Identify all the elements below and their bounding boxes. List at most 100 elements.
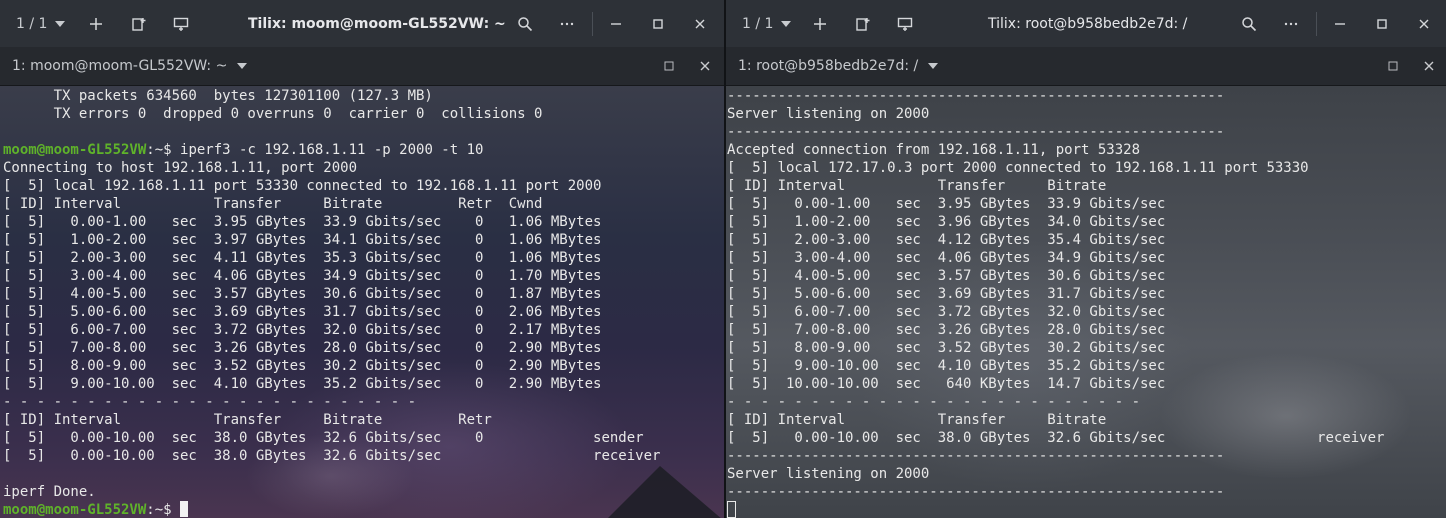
terminal-line: [ 5] 10.00-10.00 sec 640 KBytes 14.7 Gbi… (727, 376, 1166, 392)
new-session-button[interactable] (808, 0, 832, 47)
minimize-icon (611, 22, 621, 25)
right-minimize-button[interactable] (1328, 0, 1352, 47)
terminal-line: [ 5] 7.00-8.00 sec 3.26 GBytes 28.0 Gbit… (727, 322, 1166, 338)
titlebar-divider (1316, 12, 1317, 36)
right-terminal-window: 1 / 1 Tilix: root@b958bedb2e7d: / 1: roo… (726, 0, 1446, 518)
left-terminal-tab: 1: moom@moom-GL552VW: ~ (0, 47, 724, 86)
terminal-line: [ 5] 3.00-4.00 sec 4.06 GBytes 34.9 Gbit… (727, 250, 1166, 266)
terminal-line: Connecting to host 192.168.1.11, port 20… (3, 160, 358, 176)
left-terminal-maximize-button[interactable] (658, 47, 680, 85)
right-terminal-output[interactable]: ----------------------------------------… (726, 86, 1446, 518)
prompt-user-host: moom@moom-GL552VW (3, 502, 147, 518)
right-terminal-tab: 1: root@b958bedb2e7d: / (726, 47, 1446, 86)
left-search-button[interactable] (513, 0, 537, 47)
chevron-down-icon (781, 20, 792, 27)
terminal-line: ----------------------------------------… (727, 88, 1225, 104)
chevron-down-icon (55, 20, 66, 27)
add-terminal-down-icon (173, 17, 189, 31)
add-terminal-down-icon (897, 17, 913, 31)
terminal-line: [ 5] 0.00-1.00 sec 3.95 GBytes 33.9 Gbit… (727, 196, 1166, 212)
terminal-line: - - - - - - - - - - - - - - - - - - - - … (3, 394, 417, 410)
right-session-switcher[interactable]: 1 / 1 (742, 0, 792, 47)
add-terminal-right-icon (132, 17, 146, 31)
right-titlebar: 1 / 1 Tilix: root@b958bedb2e7d: / (726, 0, 1446, 47)
terminal-line: [ 5] 0.00-10.00 sec 38.0 GBytes 32.6 Gbi… (3, 430, 644, 446)
add-terminal-down-button[interactable] (169, 0, 193, 47)
chevron-down-icon (928, 63, 939, 69)
left-window-title: Tilix: moom@moom-GL552VW: ~ (248, 15, 506, 32)
terminal-line: [ 5] 4.00-5.00 sec 3.57 GBytes 30.6 Gbit… (3, 286, 602, 302)
terminal-line: ----------------------------------------… (727, 124, 1225, 140)
text-cursor (727, 501, 736, 518)
right-close-button[interactable] (1412, 0, 1436, 47)
add-terminal-down-button[interactable] (893, 0, 917, 47)
text-cursor (179, 501, 188, 517)
maximize-icon (1377, 18, 1387, 29)
more-icon (560, 22, 574, 25)
terminal-line: [ ID] Interval Transfer Bitrate Retr Cwn… (3, 196, 543, 212)
terminal-line: [ 5] local 192.168.1.11 port 53330 conne… (3, 178, 602, 194)
terminal-line: [ 5] 7.00-8.00 sec 3.26 GBytes 28.0 Gbit… (3, 340, 602, 356)
terminal-line: [ 5] 2.00-3.00 sec 4.12 GBytes 35.4 Gbit… (727, 232, 1166, 248)
terminal-line: [ 5] 1.00-2.00 sec 3.96 GBytes 34.0 Gbit… (727, 214, 1166, 230)
left-titlebar: 1 / 1 Tilix: moom@moom-GL552VW: ~ (0, 0, 724, 47)
command-line: moom@moom-GL552VW:~$ iperf3 -c 192.168.1… (3, 141, 660, 159)
terminal-line: [ 5] 6.00-7.00 sec 3.72 GBytes 32.0 Gbit… (3, 322, 602, 338)
terminal-line: [ 5] 9.00-10.00 sec 4.10 GBytes 35.2 Gbi… (3, 376, 602, 392)
plus-icon (90, 17, 102, 30)
terminal-line: TX packets 634560 bytes 127301100 (127.3… (3, 88, 433, 104)
cursor-line (727, 501, 1384, 518)
prompt-user-host: moom@moom-GL552VW (3, 142, 147, 158)
terminal-line: [ 5] 1.00-2.00 sec 3.97 GBytes 34.1 Gbit… (3, 232, 602, 248)
left-session-switcher[interactable]: 1 / 1 (16, 0, 66, 47)
maximize-icon (653, 18, 663, 29)
terminal-line: [ 5] 0.00-1.00 sec 3.95 GBytes 33.9 Gbit… (3, 214, 602, 230)
right-terminal-title-button[interactable]: 1: root@b958bedb2e7d: / (738, 47, 939, 85)
close-icon (700, 61, 710, 71)
terminal-line: [ 5] 5.00-6.00 sec 3.69 GBytes 31.7 Gbit… (3, 304, 602, 320)
terminal-line: TX errors 0 dropped 0 overruns 0 carrier… (3, 106, 543, 122)
add-terminal-right-button[interactable] (851, 0, 875, 47)
left-maximize-button[interactable] (646, 0, 670, 47)
command-text: :~$ iperf3 -c 192.168.1.11 -p 2000 -t 10 (146, 142, 484, 158)
terminal-line: [ 5] 8.00-9.00 sec 3.52 GBytes 30.2 Gbit… (3, 358, 602, 374)
right-menu-button[interactable] (1279, 0, 1303, 47)
left-terminal-output[interactable]: TX packets 634560 bytes 127301100 (127.3… (0, 86, 724, 518)
close-icon (695, 19, 705, 28)
terminal-line: [ 5] 6.00-7.00 sec 3.72 GBytes 32.0 Gbit… (727, 304, 1166, 320)
left-session-count: 1 / 1 (16, 15, 48, 32)
add-terminal-right-button[interactable] (127, 0, 151, 47)
right-maximize-button[interactable] (1370, 0, 1394, 47)
terminal-line: Server listening on 2000 (727, 466, 930, 482)
right-search-button[interactable] (1237, 0, 1261, 47)
left-terminal-window: 1 / 1 Tilix: moom@moom-GL552VW: ~ 1: moo… (0, 0, 724, 518)
left-minimize-button[interactable] (604, 0, 628, 47)
new-session-button[interactable] (84, 0, 108, 47)
terminal-line: [ 5] 9.00-10.00 sec 4.10 GBytes 35.2 Gbi… (727, 358, 1166, 374)
add-terminal-right-icon (856, 17, 870, 31)
prompt-suffix: :~$ (146, 502, 172, 518)
left-terminal-title-button[interactable]: 1: moom@moom-GL552VW: ~ (12, 47, 248, 85)
left-terminal-title: 1: moom@moom-GL552VW: ~ (12, 58, 228, 74)
more-icon (1284, 22, 1298, 25)
terminal-line: Accepted connection from 192.168.1.11, p… (727, 142, 1141, 158)
minimize-icon (1335, 22, 1345, 25)
left-terminal-close-button[interactable] (694, 47, 716, 85)
left-menu-button[interactable] (555, 0, 579, 47)
terminal-line: Server listening on 2000 (727, 106, 930, 122)
terminal-line: iperf Done. (3, 484, 96, 500)
left-close-button[interactable] (688, 0, 712, 47)
right-terminal-close-button[interactable] (1418, 47, 1440, 85)
terminal-line: ----------------------------------------… (727, 484, 1225, 500)
right-window-title: Tilix: root@b958bedb2e7d: / (988, 15, 1188, 32)
right-terminal-maximize-button[interactable] (1382, 47, 1404, 85)
maximize-icon (664, 61, 674, 71)
right-session-count: 1 / 1 (742, 15, 774, 32)
terminal-line: ----------------------------------------… (727, 448, 1225, 464)
terminal-line: [ ID] Interval Transfer Bitrate (727, 178, 1107, 194)
terminal-line: [ 5] local 172.17.0.3 port 2000 connecte… (727, 160, 1309, 176)
right-terminal-title: 1: root@b958bedb2e7d: / (738, 58, 919, 74)
terminal-line: [ 5] 5.00-6.00 sec 3.69 GBytes 31.7 Gbit… (727, 286, 1166, 302)
close-icon (1419, 19, 1429, 28)
